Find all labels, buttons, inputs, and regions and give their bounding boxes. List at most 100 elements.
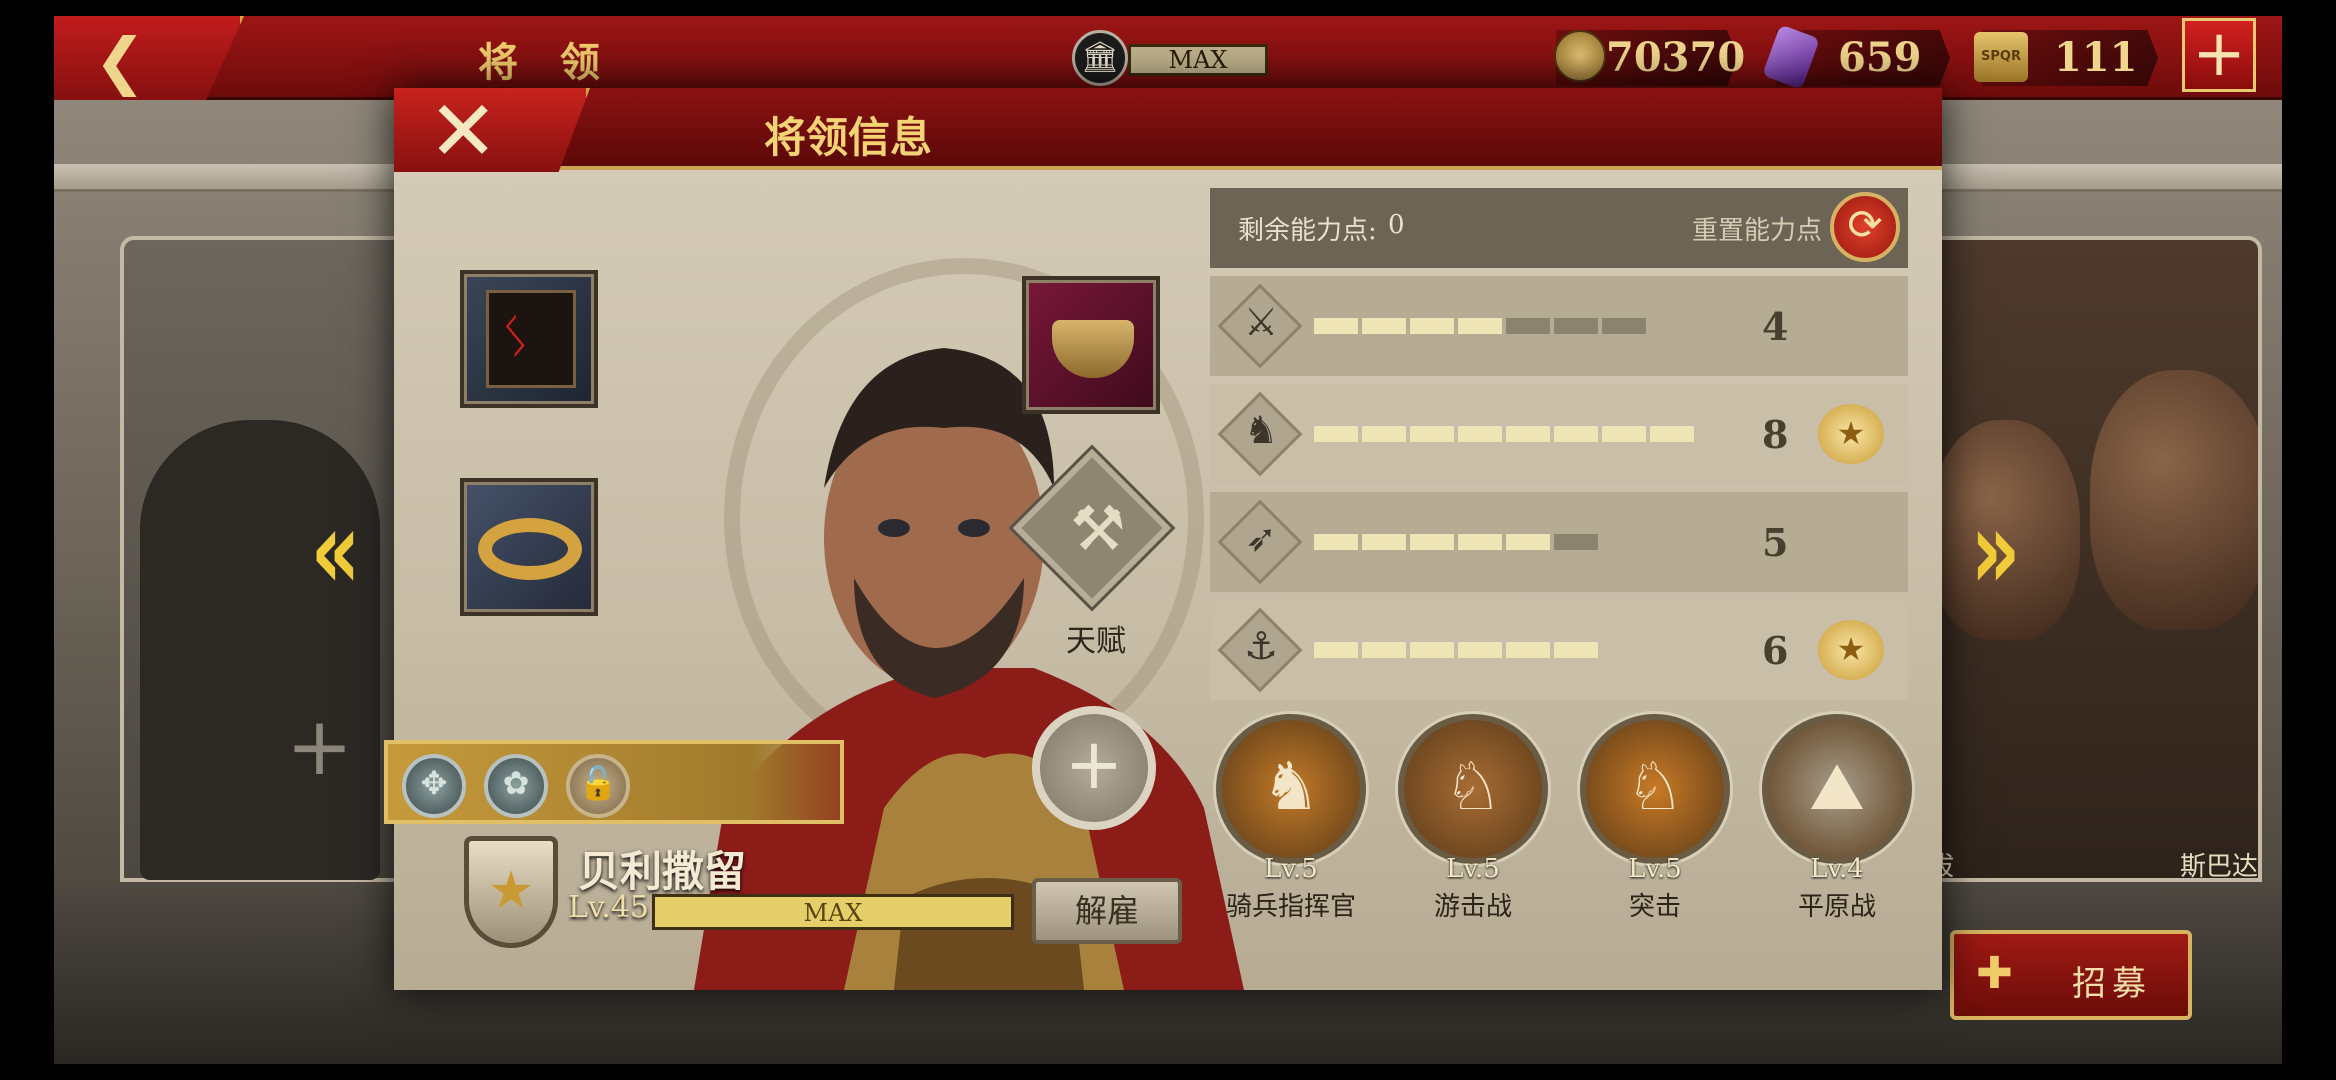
skill-strip: ✥ ✿ 🔓 [384,740,844,824]
stat-pip [1410,426,1454,442]
stat-pip [1602,318,1646,334]
anchor-icon-glyph: ⚓ [1243,624,1279,668]
stat-pip [1602,426,1646,442]
stat-pip [1410,642,1454,658]
dismiss-button[interactable]: 解雇 [1032,878,1182,944]
ability-level: Lv.5 [1446,854,1500,884]
ability-name: 游击战 [1433,892,1512,922]
ability-points-row: 剩余能力点: 0 重置能力点 ⟳ [1210,188,1908,268]
attribute-panel: 剩余能力点: 0 重置能力点 ⟳ ⚔ 4 ♞ 8 ★ ➶ 5 ⚓ 6 ★ [1210,188,1908,700]
stat-value: 8 [1762,412,1789,457]
general-info-dialog: 将领信息 ✕ ᛊ ⚒ 天赋 ✥ ✿ 🔓 + ★ 贝利撒留 Lv.45 MAX 解… [384,88,1942,990]
banner-emblem: ᛊ [500,308,532,368]
temple-icon[interactable]: 🏛 [1072,30,1128,86]
general-portrait-thumb [2090,370,2258,630]
stat-pip [1314,318,1358,334]
gems-value: 659 [1838,34,1922,81]
reset-points-label: 重置能力点 [1692,216,1823,246]
charging-rider-icon-glyph: ♘ [1625,748,1685,825]
stat-row[interactable]: ⚓ 6 ★ [1210,600,1908,700]
stat-pip [1410,534,1454,550]
coins-value: 70370 [1606,34,1746,81]
stat-pip [1362,534,1406,550]
max-laurel-icon: ★ [1818,404,1884,464]
recruit-button[interactable]: ✚ 招募 [1950,930,2192,1020]
rank-badge: ★ [464,836,558,948]
close-icon: ✕ [428,82,499,180]
treasure-slot[interactable] [1022,276,1160,414]
banner-slot[interactable]: ᛊ [460,270,598,408]
recruit-icon: ✚ [1976,948,2013,999]
horse-head-icon-glyph: ♞ [1261,748,1321,825]
general-level: Lv.45 [568,890,650,925]
card-name-right: 斯巴达 [2180,852,2259,882]
close-button[interactable]: ✕ [394,88,590,172]
stat-pip [1650,426,1694,442]
building-level-bar: MAX [1128,44,1268,76]
stat-pip [1362,642,1406,658]
reset-points-button[interactable]: ⟳ [1830,192,1900,262]
star-icon: ★ [487,861,535,921]
stat-pip [1314,426,1358,442]
add-general-icon[interactable]: + [286,700,353,793]
stat-pip [1314,534,1358,550]
wreath-slot[interactable] [460,478,598,616]
stat-pip [1554,426,1598,442]
ability-level: Lv.5 [1628,854,1682,884]
stat-row[interactable]: ♞ 8 ★ [1210,384,1908,484]
stat-pip [1410,318,1454,334]
stat-value: 5 [1762,520,1789,565]
laurel-wreath-icon [478,518,582,580]
stat-pip [1506,642,1550,658]
bronze-cauldron-icon [1052,320,1134,378]
stat-pip [1458,318,1502,334]
next-general-card[interactable] [1916,236,2262,882]
remaining-points-value: 0 [1388,210,1405,240]
remaining-points-label: 剩余能力点: [1238,216,1377,246]
stat-value: 6 [1762,628,1789,673]
page-title: 将 领 [478,39,614,86]
prev-general-arrow-icon[interactable]: « [311,486,361,614]
locked-skill-slot[interactable]: 🔓 [566,754,630,818]
skill-gem-1[interactable]: ✥ [402,754,466,818]
ability-level: Lv.4 [1810,854,1864,884]
coin-icon [1554,30,1606,82]
experience-bar: MAX [652,894,1014,930]
stat-pip [1554,534,1598,550]
stat-pip [1506,318,1550,334]
add-skill-button[interactable]: + [1032,706,1156,830]
stat-pip [1506,534,1550,550]
spqr-token-icon: SPQR [1974,32,2028,82]
compass-icon: ✥ [420,764,448,802]
stat-pip [1458,426,1502,442]
back-arrow-icon: ❮ [94,24,146,97]
ability-level: Lv.5 [1264,854,1318,884]
stat-pip [1458,534,1502,550]
talent-label: 天赋 [1066,624,1126,659]
next-general-arrow-icon[interactable]: » [1971,486,2021,614]
beast-icon: ✿ [502,764,530,802]
plains-icon-glyph: ⛰ [1809,748,1865,825]
bow-icon-glyph: ➶ [1245,516,1277,560]
ability-name: 平原战 [1797,892,1876,922]
skirmish-riders-icon: ♘ [1398,714,1548,864]
stat-pip [1362,426,1406,442]
experience-label: MAX [803,899,863,927]
ability-name: 骑兵指挥官 [1225,892,1356,922]
horse-head-icon: ♞ [1216,714,1366,864]
stat-value: 4 [1762,304,1789,349]
plains-icon: ⛰ [1762,714,1912,864]
sword-icon-glyph: ⚔ [1243,300,1279,344]
stat-row[interactable]: ➶ 5 [1210,492,1908,592]
dialog-title: 将领信息 [763,113,932,162]
skill-gem-2[interactable]: ✿ [484,754,548,818]
stat-pip [1506,426,1550,442]
stat-pip [1554,642,1598,658]
lock-icon: 🔓 [578,764,618,802]
tokens-value: 111 [2054,34,2138,81]
stat-row[interactable]: ⚔ 4 [1210,276,1908,376]
add-resources-button[interactable]: + [2182,18,2256,92]
charging-rider-icon: ♘ [1580,714,1730,864]
stat-pip [1554,318,1598,334]
recruit-label: 招募 [2072,964,2152,1004]
